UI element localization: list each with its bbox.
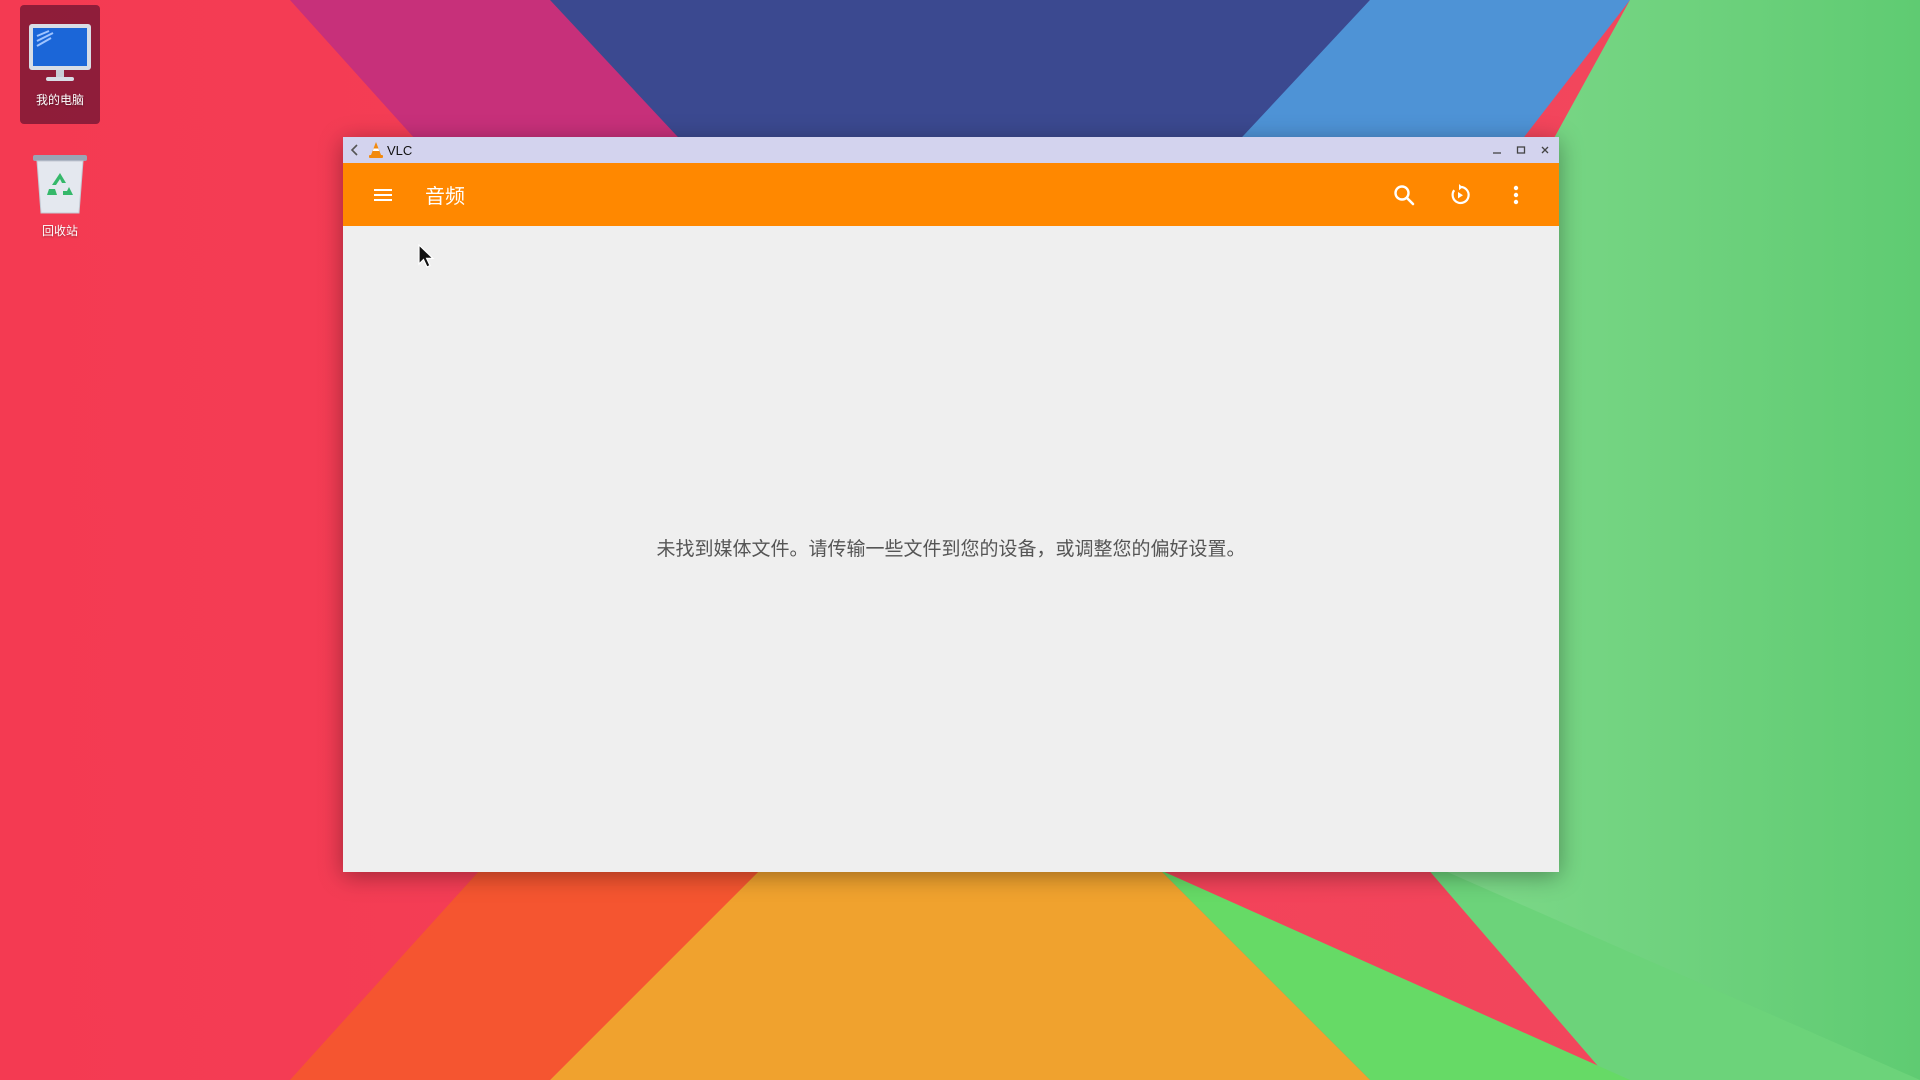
desktop-icon-recycle-bin[interactable]: 回收站: [20, 150, 100, 239]
empty-media-message: 未找到媒体文件。请传输一些文件到您的设备，或调整您的偏好设置。: [656, 538, 1246, 560]
close-icon[interactable]: [1533, 137, 1557, 163]
audio-content-area: 未找到媒体文件。请传输一些文件到您的设备，或调整您的偏好设置。: [343, 226, 1559, 872]
maximize-icon[interactable]: [1509, 137, 1533, 163]
desktop-icon-label: 我的电脑: [35, 93, 84, 107]
back-icon[interactable]: [343, 137, 367, 163]
app-toolbar: 音频: [343, 163, 1559, 226]
minimize-icon[interactable]: [1485, 137, 1509, 163]
page-title: 音频: [425, 184, 465, 208]
recycle-bin-icon: [26, 150, 94, 218]
computer-monitor-icon: [26, 19, 94, 87]
window-title: VLC: [387, 142, 413, 158]
desktop-icon-label: 回收站: [41, 224, 78, 238]
hamburger-menu-icon[interactable]: [359, 171, 407, 219]
search-icon[interactable]: [1381, 172, 1427, 218]
window-titlebar[interactable]: VLC: [343, 137, 1559, 163]
vlc-window: VLC 音频 未找到媒体文件。请传输一些文件到您的设备，或调整您的偏好设置。: [343, 137, 1559, 872]
mouse-cursor-icon: [418, 243, 436, 270]
more-vert-icon[interactable]: [1493, 172, 1539, 218]
desktop-icon-my-computer[interactable]: 我的电脑: [20, 5, 100, 124]
vlc-cone-icon: [367, 141, 385, 159]
refresh-play-icon[interactable]: [1437, 172, 1483, 218]
